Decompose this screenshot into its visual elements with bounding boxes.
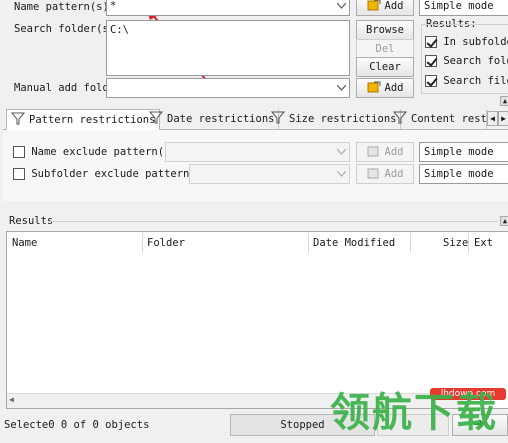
del-button[interactable]: Del — [356, 39, 414, 59]
status-selected: Selecte0 0 of 0 objects — [4, 419, 150, 431]
add-icon — [367, 0, 381, 14]
add-icon — [367, 167, 381, 182]
watermark: lhdown.com 领航下载 — [330, 384, 508, 443]
search-files-checkbox[interactable]: Search files — [425, 74, 508, 88]
column-separator — [410, 233, 411, 253]
tab-pattern-restrictions[interactable]: Pattern restrictions — [6, 109, 161, 130]
add-icon — [367, 145, 381, 160]
filter-icon — [10, 112, 26, 128]
chevron-down-icon — [334, 165, 349, 183]
tab-date-restrictions[interactable]: Date restrictions — [145, 109, 280, 129]
search-folders-checkbox[interactable]: Search folders — [425, 54, 508, 68]
column-name[interactable]: Name — [12, 237, 37, 249]
subfolder-exclude-checkbox[interactable]: Subfolder exclude pattern(s): — [13, 167, 215, 181]
add-icon — [367, 81, 381, 96]
results-title: Results — [9, 215, 54, 227]
watermark-text: 领航下载 — [330, 390, 498, 436]
name-pattern-label: Name pattern(s): — [14, 1, 116, 13]
column-ext[interactable]: Ext — [474, 237, 493, 249]
column-size[interactable]: Size — [443, 237, 468, 249]
clear-button[interactable]: Clear — [356, 57, 414, 77]
name-pattern-value: * — [110, 0, 117, 12]
tab-scroll-left-button[interactable]: ◀ — [487, 111, 498, 126]
add-manual-folder-button[interactable]: Add — [356, 78, 414, 98]
name-mode-select[interactable]: Simple mode — [419, 0, 508, 16]
name-exclude-input[interactable] — [165, 142, 350, 162]
tab-content-restrictions[interactable]: Content restri — [389, 109, 487, 129]
browse-button[interactable]: Browse — [356, 20, 414, 40]
tab-scroll-right-button[interactable]: ▶ — [498, 111, 508, 126]
tab-size-restrictions[interactable]: Size restrictions — [267, 109, 402, 129]
collapse-results-button[interactable]: ▲ — [500, 216, 508, 226]
subfolder-exclude-input[interactable] — [189, 164, 350, 184]
add-name-exclude-button[interactable]: Add — [356, 142, 414, 162]
results-divider — [48, 221, 498, 222]
name-exclude-checkbox[interactable]: Name exclude pattern(s): — [13, 145, 183, 159]
filter-icon — [148, 111, 164, 127]
name-pattern-input[interactable]: * — [106, 0, 350, 16]
add-name-pattern-button[interactable]: Add — [356, 0, 414, 16]
manual-add-input[interactable] — [106, 78, 350, 98]
chevron-down-icon[interactable] — [334, 79, 349, 97]
column-separator — [142, 233, 143, 253]
filter-icon — [392, 111, 408, 127]
name-exclude-mode-select[interactable]: Simple mode — [419, 142, 508, 162]
results-list[interactable] — [6, 231, 508, 409]
chevron-down-icon[interactable] — [334, 0, 349, 15]
chevron-down-icon — [334, 143, 349, 161]
filter-icon — [270, 111, 286, 127]
subfolder-exclude-mode-select[interactable]: Simple mode — [419, 164, 508, 184]
column-folder[interactable]: Folder — [147, 237, 185, 249]
column-separator — [308, 233, 309, 253]
collapse-options-button[interactable]: ▲ — [500, 96, 508, 106]
scroll-left-icon[interactable]: ◀ — [9, 395, 14, 404]
search-folder-list[interactable]: C:\ — [106, 20, 350, 76]
column-separator — [468, 233, 469, 253]
add-subfolder-exclude-button[interactable]: Add — [356, 164, 414, 184]
column-date-modified[interactable]: Date Modified — [313, 237, 395, 249]
in-subfolders-checkbox[interactable]: In subfolders — [425, 35, 508, 49]
